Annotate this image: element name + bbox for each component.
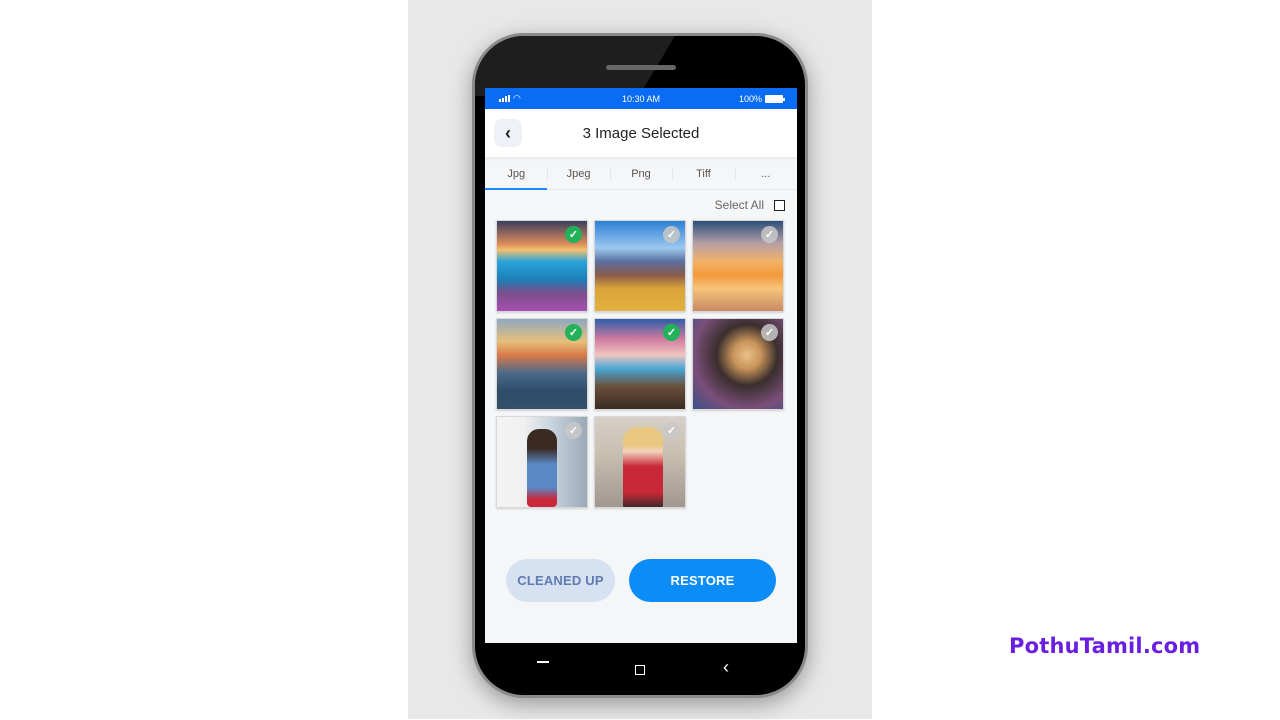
check-icon[interactable]: ✓ bbox=[663, 324, 680, 341]
battery-icon bbox=[765, 94, 785, 103]
page-title: 3 Image Selected bbox=[582, 124, 700, 142]
watermark: PothuTamil.com bbox=[1009, 634, 1201, 658]
chevron-left-icon: ‹ bbox=[505, 122, 511, 143]
recent-apps-icon[interactable] bbox=[537, 661, 549, 663]
image-thumbnail[interactable]: ✓ bbox=[496, 416, 588, 508]
signal-icon bbox=[499, 95, 510, 102]
check-icon[interactable]: ✓ bbox=[663, 422, 680, 439]
tab-png[interactable]: Png bbox=[609, 160, 672, 189]
phone-screen: ◠ 10:30 AM 100% ‹ 3 Image Selected Jpg J… bbox=[485, 88, 797, 643]
format-tabs: Jpg Jpeg Png Tiff ... bbox=[485, 160, 797, 190]
check-icon[interactable]: ✓ bbox=[565, 324, 582, 341]
wifi-icon: ◠ bbox=[513, 93, 521, 103]
image-thumbnail[interactable]: ✓ bbox=[594, 220, 686, 312]
tab-more[interactable]: ... bbox=[734, 160, 797, 189]
image-thumbnail[interactable]: ✓ bbox=[692, 220, 784, 312]
tab-jpg[interactable]: Jpg bbox=[485, 160, 548, 190]
back-button[interactable]: ‹ bbox=[494, 119, 522, 147]
speaker-grille bbox=[606, 65, 676, 70]
app-header: ‹ 3 Image Selected bbox=[485, 109, 797, 157]
image-grid: ✓ ✓ ✓ ✓ ✓ ✓ ✓ ✓ bbox=[485, 220, 797, 508]
image-thumbnail[interactable]: ✓ bbox=[692, 318, 784, 410]
select-all-label[interactable]: Select All bbox=[715, 198, 764, 212]
image-thumbnail[interactable]: ✓ bbox=[594, 318, 686, 410]
image-thumbnail[interactable]: ✓ bbox=[496, 220, 588, 312]
check-icon[interactable]: ✓ bbox=[761, 226, 778, 243]
tab-tiff[interactable]: Tiff bbox=[672, 160, 734, 189]
restore-button[interactable]: RESTORE bbox=[629, 558, 776, 602]
status-bar: ◠ 10:30 AM 100% bbox=[485, 88, 797, 109]
battery-percent: 100% bbox=[738, 93, 762, 104]
tab-jpeg[interactable]: Jpeg bbox=[547, 160, 609, 189]
check-icon[interactable]: ✓ bbox=[663, 226, 680, 243]
status-left: ◠ bbox=[499, 93, 521, 104]
home-icon[interactable] bbox=[635, 665, 645, 675]
check-icon[interactable]: ✓ bbox=[761, 324, 778, 341]
phone-frame: ◠ 10:30 AM 100% ‹ 3 Image Selected Jpg J… bbox=[472, 33, 808, 698]
select-all-row: Select All bbox=[485, 190, 797, 220]
check-icon[interactable]: ✓ bbox=[565, 422, 582, 439]
back-icon[interactable]: ‹ bbox=[723, 657, 729, 678]
check-icon[interactable]: ✓ bbox=[565, 226, 582, 243]
cleaned-up-button[interactable]: CLEANED UP bbox=[506, 558, 615, 602]
android-nav-bar: ‹ bbox=[475, 643, 805, 693]
image-thumbnail[interactable]: ✓ bbox=[594, 416, 686, 508]
image-thumbnail[interactable]: ✓ bbox=[496, 318, 588, 410]
select-all-checkbox[interactable] bbox=[774, 199, 785, 211]
status-right: 100% bbox=[738, 93, 785, 104]
